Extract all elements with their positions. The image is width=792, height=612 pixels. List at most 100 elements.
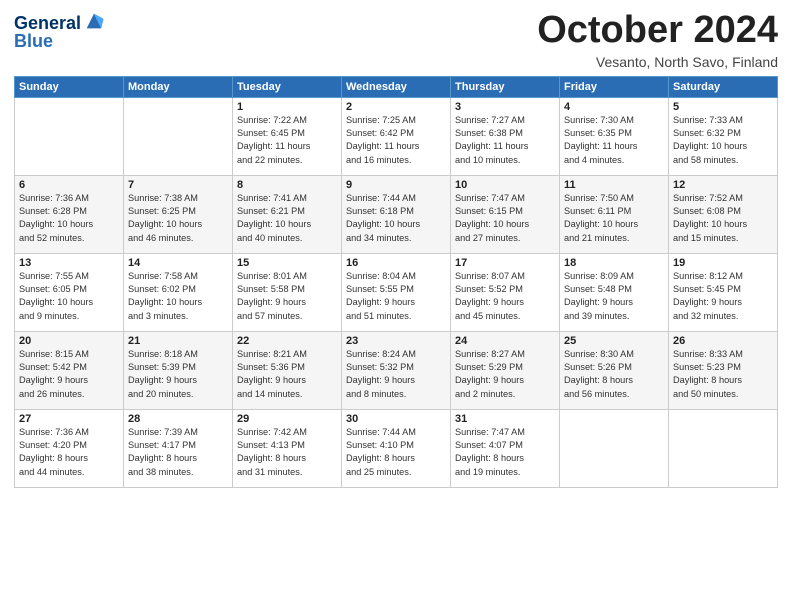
weekday-header-row: Sunday Monday Tuesday Wednesday Thursday… (15, 76, 778, 97)
day-number: 9 (346, 179, 446, 191)
calendar-table: Sunday Monday Tuesday Wednesday Thursday… (14, 76, 778, 488)
table-row: 24Sunrise: 8:27 AM Sunset: 5:29 PM Dayli… (451, 331, 560, 409)
table-row: 11Sunrise: 7:50 AM Sunset: 6:11 PM Dayli… (560, 175, 669, 253)
logo: General Blue (14, 14, 105, 52)
day-number: 21 (128, 335, 228, 347)
table-row (124, 97, 233, 175)
day-info: Sunrise: 7:44 AM Sunset: 4:10 PM Dayligh… (346, 426, 446, 479)
day-number: 15 (237, 257, 337, 269)
day-info: Sunrise: 8:30 AM Sunset: 5:26 PM Dayligh… (564, 348, 664, 401)
calendar-week-row: 1Sunrise: 7:22 AM Sunset: 6:45 PM Daylig… (15, 97, 778, 175)
table-row: 2Sunrise: 7:25 AM Sunset: 6:42 PM Daylig… (342, 97, 451, 175)
table-row: 9Sunrise: 7:44 AM Sunset: 6:18 PM Daylig… (342, 175, 451, 253)
header-sunday: Sunday (15, 76, 124, 97)
table-row: 12Sunrise: 7:52 AM Sunset: 6:08 PM Dayli… (669, 175, 778, 253)
table-row: 5Sunrise: 7:33 AM Sunset: 6:32 PM Daylig… (669, 97, 778, 175)
header-saturday: Saturday (669, 76, 778, 97)
day-info: Sunrise: 7:25 AM Sunset: 6:42 PM Dayligh… (346, 114, 446, 167)
table-row: 19Sunrise: 8:12 AM Sunset: 5:45 PM Dayli… (669, 253, 778, 331)
table-row: 3Sunrise: 7:27 AM Sunset: 6:38 PM Daylig… (451, 97, 560, 175)
day-number: 8 (237, 179, 337, 191)
table-row: 31Sunrise: 7:47 AM Sunset: 4:07 PM Dayli… (451, 409, 560, 487)
logo-icon (83, 10, 105, 32)
day-number: 7 (128, 179, 228, 191)
table-row: 18Sunrise: 8:09 AM Sunset: 5:48 PM Dayli… (560, 253, 669, 331)
day-number: 4 (564, 101, 664, 113)
table-row: 14Sunrise: 7:58 AM Sunset: 6:02 PM Dayli… (124, 253, 233, 331)
table-row: 16Sunrise: 8:04 AM Sunset: 5:55 PM Dayli… (342, 253, 451, 331)
day-info: Sunrise: 8:01 AM Sunset: 5:58 PM Dayligh… (237, 270, 337, 323)
day-info: Sunrise: 7:36 AM Sunset: 4:20 PM Dayligh… (19, 426, 119, 479)
header: General Blue October 2024 Vesanto, North… (14, 10, 778, 70)
day-number: 20 (19, 335, 119, 347)
day-number: 1 (237, 101, 337, 113)
day-info: Sunrise: 7:36 AM Sunset: 6:28 PM Dayligh… (19, 192, 119, 245)
day-number: 12 (673, 179, 773, 191)
header-tuesday: Tuesday (233, 76, 342, 97)
day-info: Sunrise: 8:33 AM Sunset: 5:23 PM Dayligh… (673, 348, 773, 401)
header-wednesday: Wednesday (342, 76, 451, 97)
month-title: October 2024 (537, 10, 778, 52)
day-number: 24 (455, 335, 555, 347)
day-info: Sunrise: 7:41 AM Sunset: 6:21 PM Dayligh… (237, 192, 337, 245)
table-row: 23Sunrise: 8:24 AM Sunset: 5:32 PM Dayli… (342, 331, 451, 409)
day-number: 14 (128, 257, 228, 269)
header-monday: Monday (124, 76, 233, 97)
day-number: 29 (237, 413, 337, 425)
table-row: 17Sunrise: 8:07 AM Sunset: 5:52 PM Dayli… (451, 253, 560, 331)
day-number: 23 (346, 335, 446, 347)
logo-text-general: General (14, 14, 81, 32)
day-number: 31 (455, 413, 555, 425)
day-number: 19 (673, 257, 773, 269)
day-info: Sunrise: 7:47 AM Sunset: 6:15 PM Dayligh… (455, 192, 555, 245)
day-number: 16 (346, 257, 446, 269)
table-row: 10Sunrise: 7:47 AM Sunset: 6:15 PM Dayli… (451, 175, 560, 253)
day-info: Sunrise: 8:07 AM Sunset: 5:52 PM Dayligh… (455, 270, 555, 323)
day-info: Sunrise: 8:24 AM Sunset: 5:32 PM Dayligh… (346, 348, 446, 401)
header-thursday: Thursday (451, 76, 560, 97)
location: Vesanto, North Savo, Finland (537, 54, 778, 70)
day-info: Sunrise: 7:22 AM Sunset: 6:45 PM Dayligh… (237, 114, 337, 167)
table-row: 22Sunrise: 8:21 AM Sunset: 5:36 PM Dayli… (233, 331, 342, 409)
day-number: 13 (19, 257, 119, 269)
day-number: 17 (455, 257, 555, 269)
day-info: Sunrise: 8:09 AM Sunset: 5:48 PM Dayligh… (564, 270, 664, 323)
table-row: 29Sunrise: 7:42 AM Sunset: 4:13 PM Dayli… (233, 409, 342, 487)
day-number: 30 (346, 413, 446, 425)
day-info: Sunrise: 8:18 AM Sunset: 5:39 PM Dayligh… (128, 348, 228, 401)
day-number: 3 (455, 101, 555, 113)
day-info: Sunrise: 7:30 AM Sunset: 6:35 PM Dayligh… (564, 114, 664, 167)
day-info: Sunrise: 7:39 AM Sunset: 4:17 PM Dayligh… (128, 426, 228, 479)
table-row: 28Sunrise: 7:39 AM Sunset: 4:17 PM Dayli… (124, 409, 233, 487)
day-info: Sunrise: 8:04 AM Sunset: 5:55 PM Dayligh… (346, 270, 446, 323)
table-row: 27Sunrise: 7:36 AM Sunset: 4:20 PM Dayli… (15, 409, 124, 487)
day-number: 11 (564, 179, 664, 191)
day-number: 28 (128, 413, 228, 425)
calendar-week-row: 6Sunrise: 7:36 AM Sunset: 6:28 PM Daylig… (15, 175, 778, 253)
header-friday: Friday (560, 76, 669, 97)
calendar-week-row: 27Sunrise: 7:36 AM Sunset: 4:20 PM Dayli… (15, 409, 778, 487)
table-row: 30Sunrise: 7:44 AM Sunset: 4:10 PM Dayli… (342, 409, 451, 487)
calendar-week-row: 20Sunrise: 8:15 AM Sunset: 5:42 PM Dayli… (15, 331, 778, 409)
day-number: 10 (455, 179, 555, 191)
day-info: Sunrise: 8:27 AM Sunset: 5:29 PM Dayligh… (455, 348, 555, 401)
table-row: 6Sunrise: 7:36 AM Sunset: 6:28 PM Daylig… (15, 175, 124, 253)
title-block: October 2024 Vesanto, North Savo, Finlan… (537, 10, 778, 70)
day-number: 22 (237, 335, 337, 347)
day-number: 5 (673, 101, 773, 113)
day-number: 26 (673, 335, 773, 347)
day-number: 2 (346, 101, 446, 113)
table-row (560, 409, 669, 487)
day-info: Sunrise: 7:55 AM Sunset: 6:05 PM Dayligh… (19, 270, 119, 323)
table-row: 15Sunrise: 8:01 AM Sunset: 5:58 PM Dayli… (233, 253, 342, 331)
day-info: Sunrise: 7:58 AM Sunset: 6:02 PM Dayligh… (128, 270, 228, 323)
table-row: 7Sunrise: 7:38 AM Sunset: 6:25 PM Daylig… (124, 175, 233, 253)
day-info: Sunrise: 7:42 AM Sunset: 4:13 PM Dayligh… (237, 426, 337, 479)
day-info: Sunrise: 7:33 AM Sunset: 6:32 PM Dayligh… (673, 114, 773, 167)
day-info: Sunrise: 7:52 AM Sunset: 6:08 PM Dayligh… (673, 192, 773, 245)
table-row: 21Sunrise: 8:18 AM Sunset: 5:39 PM Dayli… (124, 331, 233, 409)
day-info: Sunrise: 7:50 AM Sunset: 6:11 PM Dayligh… (564, 192, 664, 245)
table-row: 13Sunrise: 7:55 AM Sunset: 6:05 PM Dayli… (15, 253, 124, 331)
table-row: 1Sunrise: 7:22 AM Sunset: 6:45 PM Daylig… (233, 97, 342, 175)
table-row (669, 409, 778, 487)
